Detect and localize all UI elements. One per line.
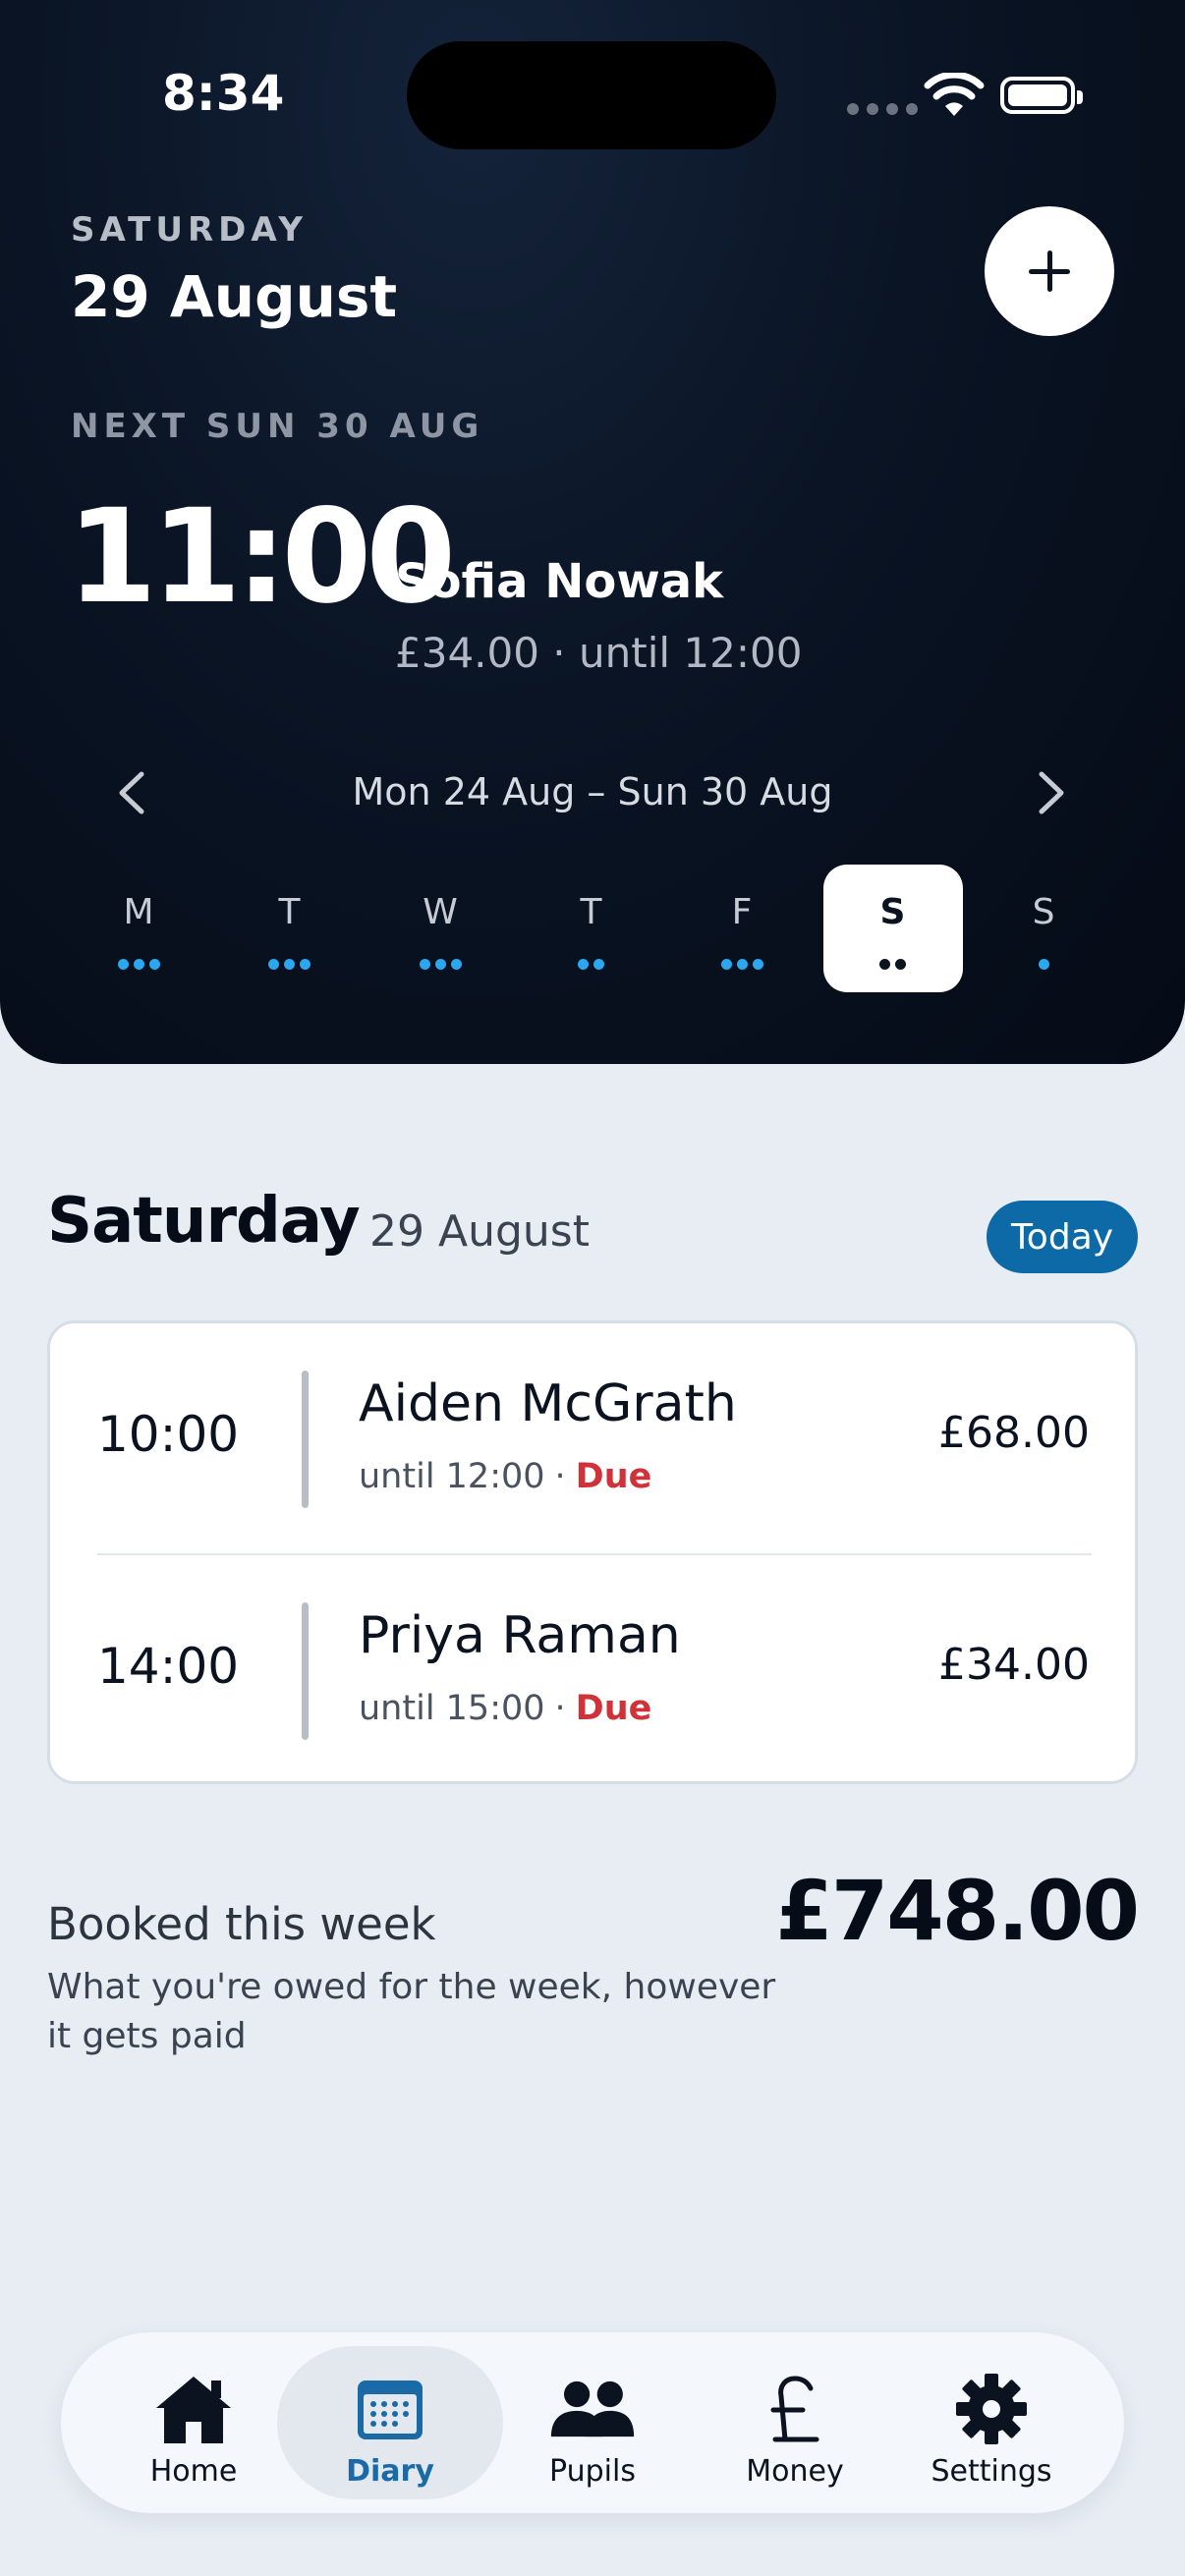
- lesson-dot: [895, 959, 906, 970]
- wifi-icon: [924, 73, 985, 116]
- lessons-card: 10:00 Aiden McGrath until 12:00 · Due £68.…: [47, 1320, 1138, 1784]
- lesson-price: £34.00: [938, 1640, 1090, 1690]
- lesson-count-dots: [69, 959, 208, 970]
- tab-label: Settings: [931, 2454, 1052, 2489]
- lesson-dot: [1038, 959, 1049, 970]
- day-2[interactable]: W: [370, 865, 510, 992]
- day-3[interactable]: T: [522, 865, 661, 992]
- lesson-status: Due: [575, 1457, 652, 1496]
- lesson-dot: [593, 959, 604, 970]
- tab-label: Home: [149, 2454, 238, 2489]
- day-letter: M: [123, 892, 154, 932]
- lesson-dot: [419, 959, 430, 970]
- plus-icon: [1029, 251, 1070, 292]
- current-day-label: SATURDAY: [71, 210, 309, 250]
- day-letter: F: [731, 892, 753, 932]
- lesson-row[interactable]: 10:00 Aiden McGrath until 12:00 · Due £68.…: [50, 1323, 1135, 1555]
- day-1[interactable]: T: [220, 865, 360, 992]
- section-day-title: Saturday: [47, 1185, 361, 1258]
- booked-week-description: What you're owed for the week, however i…: [47, 1967, 776, 2056]
- day-5[interactable]: S: [822, 865, 963, 992]
- battery-icon: [1000, 77, 1083, 114]
- people-icon: [550, 2380, 635, 2437]
- lesson-price: £68.00: [938, 1408, 1090, 1458]
- tab-label: Pupils: [549, 2454, 636, 2489]
- tab-pupils[interactable]: Pupils: [480, 2346, 705, 2499]
- lesson-status: Due: [575, 1689, 652, 1728]
- next-lesson-detail: £34.00 · until 12:00: [395, 629, 803, 677]
- lesson-count-dots: [522, 959, 661, 970]
- lesson-count-dots: [672, 959, 812, 970]
- tab-bar: Home Diary Pupils Money Settings: [61, 2332, 1124, 2513]
- status-time: 8:34: [162, 65, 285, 122]
- lesson-dot: [117, 959, 129, 970]
- tab-diary[interactable]: Diary: [277, 2346, 503, 2499]
- week-range: Mon 24 Aug – Sun 30 Aug: [352, 770, 833, 813]
- home-icon: [156, 2377, 231, 2443]
- diary-header: 8:34 SATURDAY 29 August NEXT SUN 30 AUG …: [0, 0, 1185, 1064]
- lesson-dot: [720, 959, 732, 970]
- tab-home[interactable]: Home: [81, 2346, 307, 2499]
- lesson-dot: [300, 959, 310, 970]
- lesson-dot: [752, 959, 763, 970]
- lesson-divider: [302, 1371, 309, 1508]
- tab-settings[interactable]: Settings: [878, 2346, 1104, 2499]
- day-6[interactable]: S: [974, 865, 1113, 992]
- signal-icon: [847, 103, 918, 115]
- pound-icon: [770, 2376, 819, 2442]
- lesson-dot: [879, 959, 890, 970]
- lesson-separator: ·: [554, 1457, 566, 1496]
- lesson-dot: [450, 959, 462, 970]
- day-4[interactable]: F: [672, 865, 812, 992]
- day-letter: T: [580, 892, 602, 932]
- week-day-strip: MTWTFSS: [69, 865, 1130, 992]
- lesson-row[interactable]: 14:00 Priya Raman until 15:00 · Due £34.00: [50, 1555, 1135, 1787]
- next-lesson-time: 11:00: [67, 481, 456, 633]
- lesson-separator: ·: [554, 1689, 566, 1728]
- next-lesson-pupil[interactable]: Sofia Nowak: [395, 554, 723, 609]
- next-week-button[interactable]: [1030, 768, 1073, 817]
- lesson-until: until 12:00: [359, 1457, 545, 1496]
- tab-label: Diary: [346, 2454, 434, 2489]
- lesson-end: until 15:00 · Due: [359, 1689, 651, 1728]
- lesson-pupil-name: Aiden McGrath: [359, 1374, 737, 1433]
- lesson-count-dots: [823, 959, 963, 970]
- lesson-count-dots: [370, 959, 510, 970]
- lesson-end: until 12:00 · Due: [359, 1457, 651, 1496]
- tab-money[interactable]: Money: [682, 2346, 908, 2499]
- add-lesson-button[interactable]: [985, 206, 1114, 336]
- lesson-dot: [578, 959, 589, 970]
- lesson-time: 10:00: [97, 1406, 240, 1463]
- booked-week-title: Booked this week: [47, 1898, 436, 1950]
- lesson-pupil-name: Priya Raman: [359, 1606, 681, 1665]
- dynamic-island: [407, 41, 776, 149]
- lesson-until: until 15:00: [359, 1689, 545, 1728]
- day-letter: S: [1032, 892, 1055, 932]
- lesson-dot: [133, 959, 144, 970]
- lesson-count-dots: [220, 959, 360, 970]
- day-letter: W: [423, 892, 458, 932]
- lesson-dot: [148, 959, 160, 970]
- lesson-divider: [302, 1602, 309, 1740]
- today-button[interactable]: Today: [987, 1201, 1138, 1273]
- day-letter: T: [278, 892, 301, 932]
- lesson-dot: [268, 959, 279, 970]
- lesson-dot: [284, 959, 295, 970]
- next-lesson-label: NEXT SUN 30 AUG: [71, 407, 484, 446]
- current-date: 29 August: [71, 263, 398, 330]
- tab-label: Money: [746, 2454, 844, 2489]
- calendar-icon: [358, 2380, 423, 2439]
- day-0[interactable]: M: [69, 865, 208, 992]
- previous-week-button[interactable]: [110, 768, 153, 817]
- day-letter: S: [879, 892, 906, 932]
- gear-icon: [956, 2374, 1027, 2444]
- booked-week-total: £748.00: [775, 1863, 1140, 1959]
- lesson-time: 14:00: [97, 1638, 240, 1695]
- lesson-dot: [736, 959, 748, 970]
- lesson-count-dots: [974, 959, 1113, 970]
- lesson-dot: [434, 959, 446, 970]
- section-date: 29 August: [369, 1206, 590, 1257]
